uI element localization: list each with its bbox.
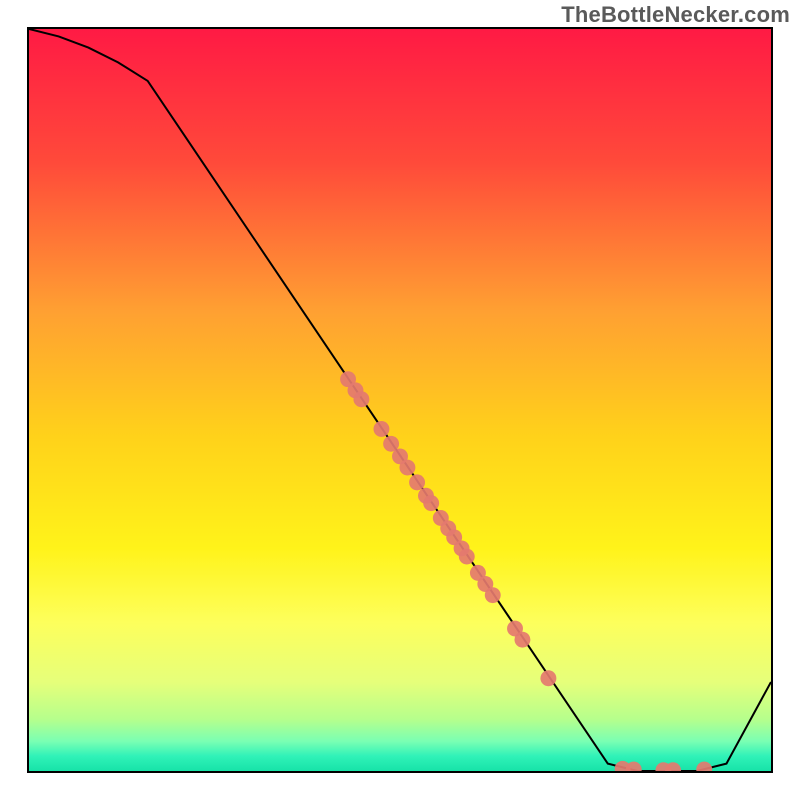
plot-frame [27,27,773,773]
scatter-point [514,632,530,648]
watermark-text: TheBottleNecker.com [561,2,790,28]
scatter-point [626,762,642,771]
scatter-point [353,391,369,407]
scatter-point [373,421,389,437]
scatter-point [696,762,712,771]
scatter-point [423,495,439,511]
scatter-point [399,460,415,476]
curve-line [29,29,771,771]
chart-root: TheBottleNecker.com [0,0,800,800]
scatter-point [459,549,475,565]
scatter-point [485,587,501,603]
scatter-point [540,670,556,686]
scatter-point [409,474,425,490]
plot-overlay [29,29,771,771]
